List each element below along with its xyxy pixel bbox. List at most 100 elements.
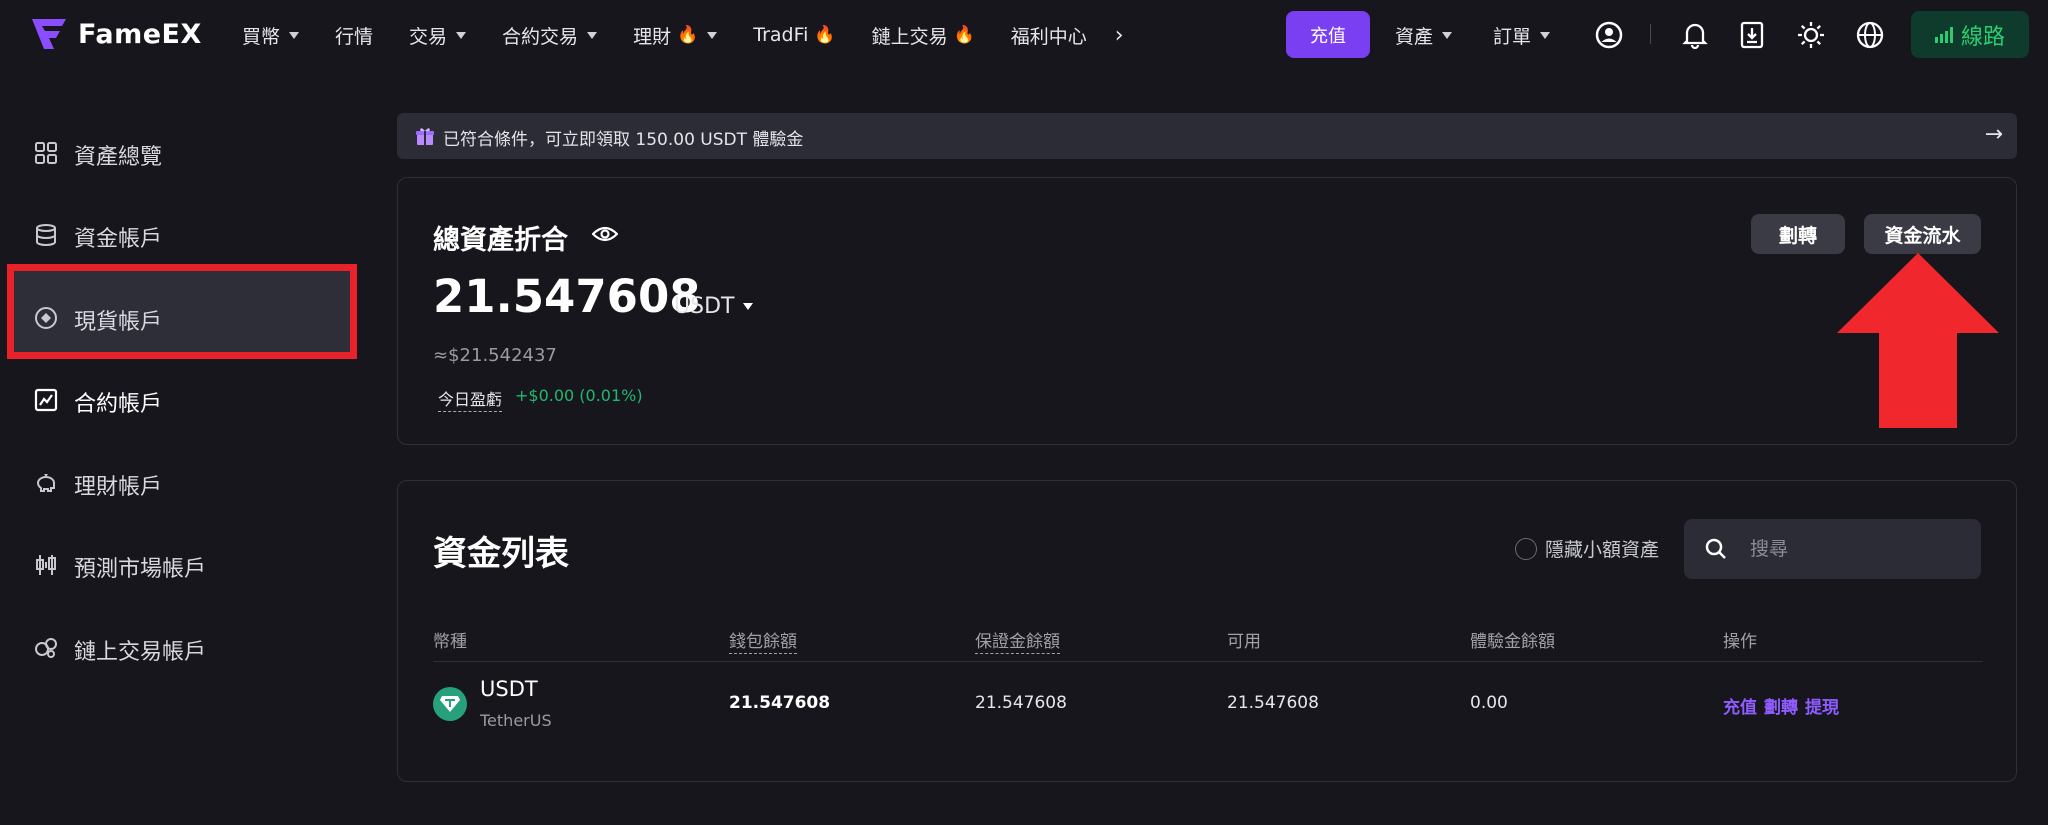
nav-label: 合約交易 xyxy=(502,25,579,48)
caret-down-icon xyxy=(1442,32,1453,39)
currency-selector[interactable]: USDT xyxy=(674,294,754,319)
table-divider xyxy=(433,661,1983,662)
nav-onchain-trade[interactable]: 鏈上交易 🔥 xyxy=(872,22,975,49)
coin-symbol: USDT xyxy=(480,677,538,701)
total-assets-amount: 21.547608 xyxy=(433,270,701,323)
bell-icon[interactable] xyxy=(1679,19,1711,51)
fund-history-button[interactable]: 資金流水 xyxy=(1864,214,1981,254)
chevron-right-icon[interactable]: › xyxy=(1115,23,1124,48)
download-icon[interactable] xyxy=(1736,19,1768,51)
chart-box-icon xyxy=(34,388,58,412)
caret-down-icon xyxy=(1540,32,1551,39)
fire-icon: 🔥 xyxy=(677,25,699,45)
nav-label: 訂單 xyxy=(1493,26,1532,48)
sidebar-item-label: 資金帳戶 xyxy=(74,227,163,252)
coin-fullname: TetherUS xyxy=(480,711,552,730)
user-icon[interactable] xyxy=(1593,19,1625,51)
col-header-margin-balance[interactable]: 保證金餘額 xyxy=(975,627,1060,654)
col-header-available: 可用 xyxy=(1227,632,1261,652)
sidebar-item-asset-overview[interactable]: 資產總覽 xyxy=(0,123,360,183)
sidebar-item-label: 現貨帳戶 xyxy=(74,310,163,335)
fire-icon: 🔥 xyxy=(953,25,975,45)
network-line-button[interactable]: 線路 xyxy=(1911,11,2029,58)
nav-label: 理財 xyxy=(633,25,672,48)
total-assets-title: 總資產折合 xyxy=(433,225,568,256)
caret-down-icon xyxy=(456,31,467,39)
gift-icon xyxy=(416,128,434,145)
top-navbar: FameEX 買幣 行情 交易 合約交易 理財 🔥 TradFi 🔥 鏈上交易 🔥 福… xyxy=(0,0,2048,70)
search-icon xyxy=(1705,538,1726,559)
nav-label: 資產 xyxy=(1395,26,1434,48)
line-label: 線路 xyxy=(1960,24,2005,50)
checkbox[interactable] xyxy=(1515,537,1537,560)
hide-small-label: 隱藏小額資產 xyxy=(1545,539,1660,561)
nav-tradfi[interactable]: TradFi 🔥 xyxy=(753,24,835,46)
grid-icon xyxy=(35,142,57,164)
usdt-coin-icon xyxy=(433,687,467,721)
wallet-balance-value: 21.547608 xyxy=(729,693,831,713)
nav-label: 行情 xyxy=(335,25,374,48)
today-pnl-label[interactable]: 今日盈虧 xyxy=(438,386,503,412)
signal-icon xyxy=(1934,26,1953,43)
nav-futures[interactable]: 合約交易 xyxy=(502,22,598,49)
sidebar-item-label: 合約帳戶 xyxy=(74,392,163,417)
row-transfer-link[interactable]: 劃轉 xyxy=(1764,693,1798,718)
sidebar-item-prediction-account[interactable]: 預測市場帳戶 xyxy=(0,535,360,595)
nav-divider xyxy=(1650,24,1651,44)
caret-down-icon xyxy=(707,31,718,39)
sidebar-item-label: 預測市場帳戶 xyxy=(74,557,207,582)
sidebar-item-futures-account[interactable]: 合約帳戶 xyxy=(0,370,360,430)
sidebar-item-label: 鏈上交易帳戶 xyxy=(74,640,207,665)
nav-label: 鏈上交易 xyxy=(871,25,948,48)
sidebar-item-label: 理財帳戶 xyxy=(74,475,163,500)
target-icon xyxy=(35,307,57,329)
nav-trade[interactable]: 交易 xyxy=(409,22,467,49)
caret-down-icon xyxy=(289,31,300,39)
nav-earn[interactable]: 理財 🔥 xyxy=(633,22,718,49)
brand-name: FameEX xyxy=(78,18,202,50)
nav-label: 福利中心 xyxy=(1010,25,1087,48)
nav-orders[interactable]: 訂單 xyxy=(1493,22,1551,49)
hide-small-assets-toggle[interactable]: 隱藏小額資產 xyxy=(1515,535,1659,562)
nav-rewards-center[interactable]: 福利中心 xyxy=(1011,22,1087,49)
today-pnl-value: +$0.00 (0.01%) xyxy=(515,386,643,405)
search-box[interactable] xyxy=(1684,519,1981,579)
candlestick-icon xyxy=(36,555,56,575)
piggy-bank-icon xyxy=(36,474,55,492)
col-header-actions: 操作 xyxy=(1723,632,1757,652)
nav-label: 交易 xyxy=(409,25,448,48)
annotation-arrow-up-icon xyxy=(1837,253,1999,428)
banner-text: 已符合條件，可立即領取 150.00 USDT 體驗金 xyxy=(443,130,804,150)
theme-sun-icon[interactable] xyxy=(1795,19,1827,51)
row-withdraw-link[interactable]: 提現 xyxy=(1805,693,1839,718)
main-nav: 買幣 行情 交易 合約交易 理財 🔥 TradFi 🔥 鏈上交易 🔥 福利中心 › xyxy=(242,0,1124,70)
chain-icon xyxy=(35,638,57,658)
nav-markets[interactable]: 行情 xyxy=(335,22,373,49)
margin-balance-value: 21.547608 xyxy=(975,693,1067,713)
sidebar-item-spot-account[interactable]: 現貨帳戶 xyxy=(0,288,360,348)
database-icon xyxy=(36,224,56,246)
sidebar-item-onchain-account[interactable]: 鏈上交易帳戶 xyxy=(0,618,360,678)
sidebar-item-earn-account[interactable]: 理財帳戶 xyxy=(0,453,360,513)
nav-buy-crypto[interactable]: 買幣 xyxy=(242,22,300,49)
nav-label: TradFi xyxy=(753,24,809,46)
search-input[interactable] xyxy=(1750,533,1960,565)
fund-list-card: 資金列表 隱藏小額資產 幣種 錢包餘額 保證金餘額 可用 體驗金餘額 操作 US… xyxy=(397,480,2017,782)
sidebar-item-funding-account[interactable]: 資金帳戶 xyxy=(0,205,360,265)
caret-down-icon xyxy=(587,31,598,39)
approx-usd-value: ≈$21.542437 xyxy=(433,345,557,366)
col-header-bonus-balance: 體驗金餘額 xyxy=(1470,632,1555,652)
transfer-button[interactable]: 劃轉 xyxy=(1751,214,1845,254)
bonus-balance-value: 0.00 xyxy=(1470,693,1508,713)
bonus-banner[interactable]: 已符合條件，可立即領取 150.00 USDT 體驗金 → xyxy=(397,113,2017,159)
globe-icon[interactable] xyxy=(1854,19,1886,51)
deposit-button[interactable]: 充值 xyxy=(1286,11,1370,58)
fire-icon: 🔥 xyxy=(814,25,836,45)
row-deposit-link[interactable]: 充值 xyxy=(1723,693,1757,718)
col-header-wallet-balance[interactable]: 錢包餘額 xyxy=(729,627,797,654)
asset-summary-card: 總資產折合 21.547608 USDT ≈$21.542437 今日盈虧 +$… xyxy=(397,177,2017,445)
nav-assets[interactable]: 資產 xyxy=(1395,22,1453,49)
eye-icon[interactable] xyxy=(592,224,618,244)
arrow-right-icon[interactable]: → xyxy=(1985,122,2003,147)
brand-logo[interactable]: FameEX xyxy=(30,14,202,54)
